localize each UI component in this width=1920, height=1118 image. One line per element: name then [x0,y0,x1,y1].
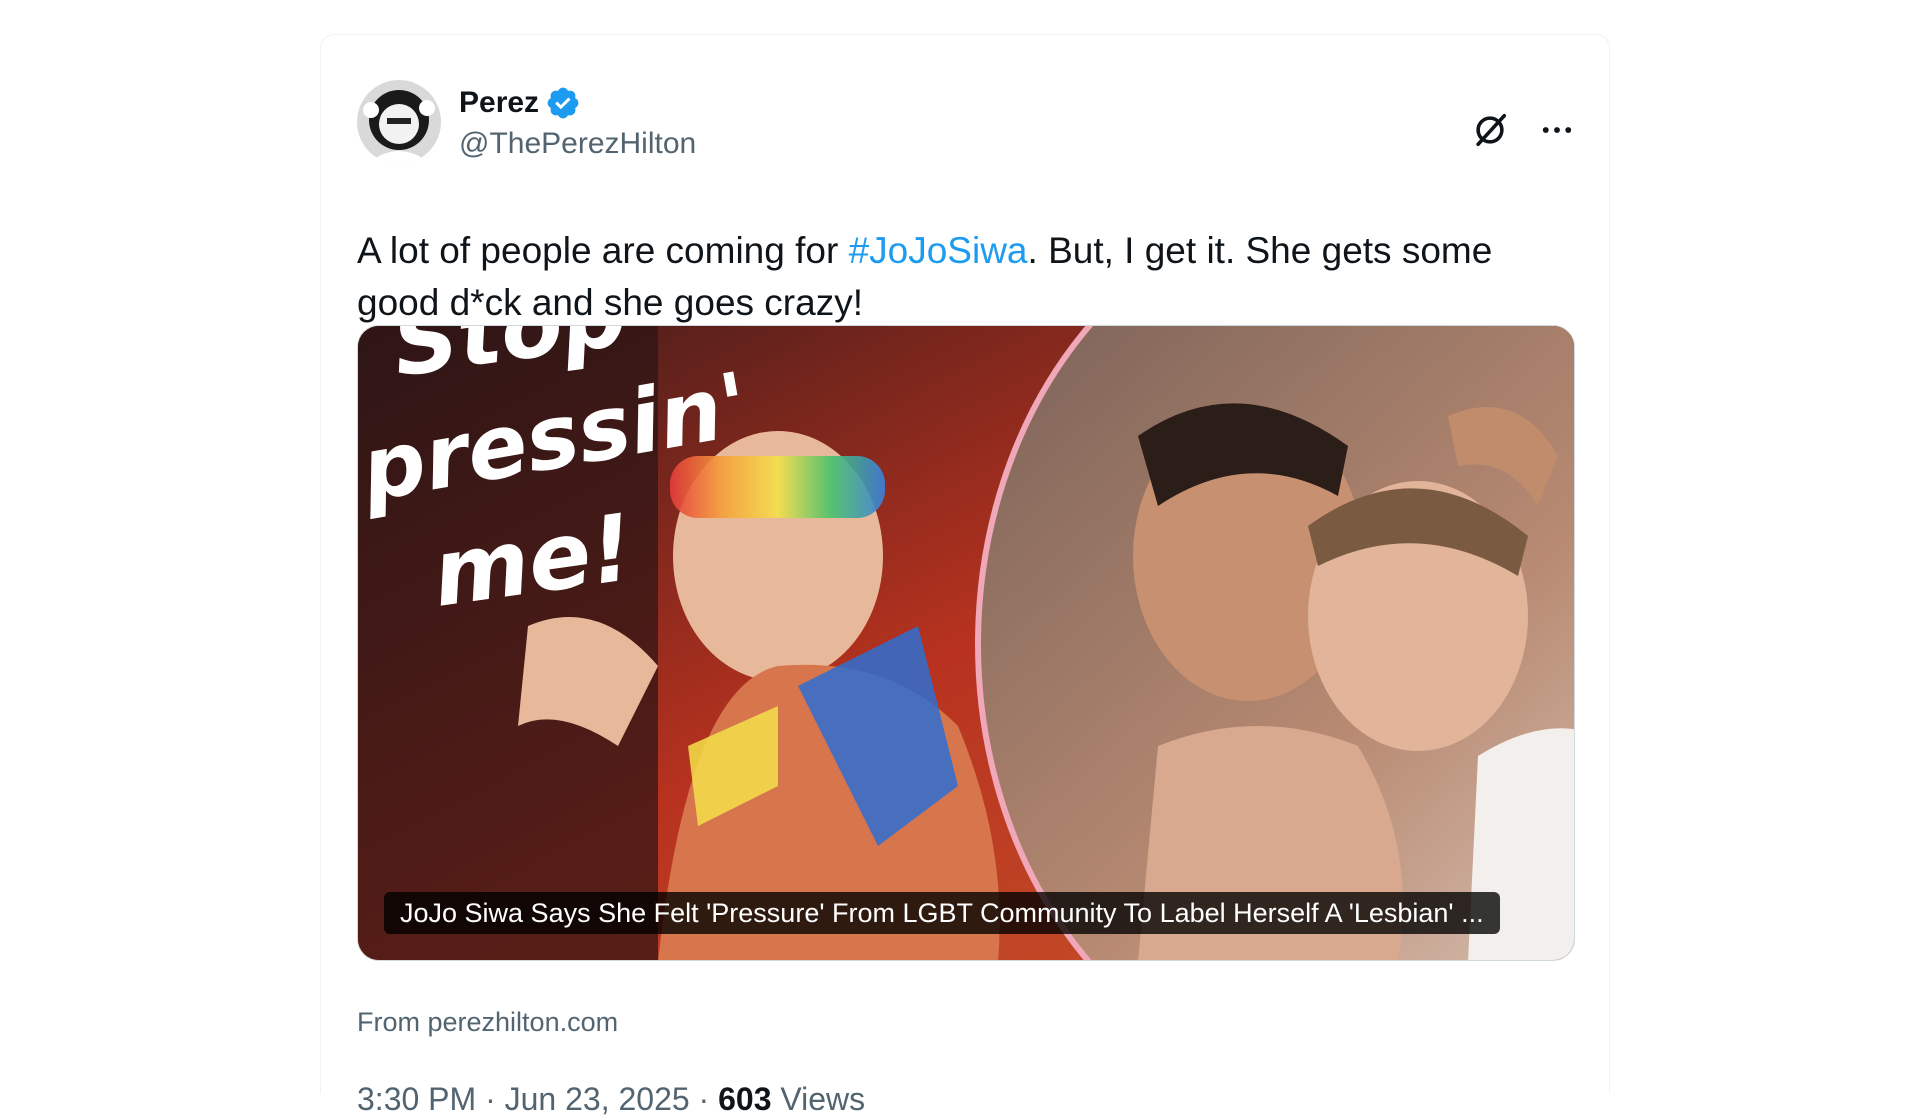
tweet-meta: 3:30 PM · Jun 23, 2025 · 603 Views [357,1081,865,1118]
grok-icon[interactable] [1471,111,1509,149]
meta-separator-2: · [689,1081,719,1117]
meta-separator-1: · [476,1081,505,1117]
name-row: Perez [459,83,696,123]
tweet-media-card[interactable]: Stop pressin' me! JoJo Siwa Says She Fel… [357,325,1575,961]
hashtag-link[interactable]: #JoJoSiwa [849,230,1028,271]
author-display-name[interactable]: Perez [459,86,539,120]
avatar-photo [357,80,441,164]
tweet-time[interactable]: 3:30 PM [357,1081,476,1117]
media-caption: JoJo Siwa Says She Felt 'Pressure' From … [384,892,1500,934]
verified-badge-icon[interactable] [545,85,581,121]
author-handle[interactable]: @ThePerezHilton [459,127,696,161]
tweet-card: Perez @ThePerezHilton A lot of people ar… [320,34,1610,1117]
tweet-date[interactable]: Jun 23, 2025 [505,1081,690,1117]
views-count: 603 [718,1081,772,1117]
tweet-header: Perez @ThePerezHilton [357,79,696,165]
media-source-link[interactable]: From perezhilton.com [357,1007,618,1038]
media-image: Stop pressin' me! [358,326,1574,960]
views-label: Views [771,1081,866,1117]
tweet-text: A lot of people are coming for #JoJoSiwa… [357,225,1577,329]
more-dots-icon[interactable] [1539,112,1575,148]
tweet-text-before: A lot of people are coming for [357,230,849,271]
avatar[interactable] [357,80,441,164]
author-names: Perez @ThePerezHilton [459,83,696,161]
tweet-top-actions [1471,111,1575,149]
